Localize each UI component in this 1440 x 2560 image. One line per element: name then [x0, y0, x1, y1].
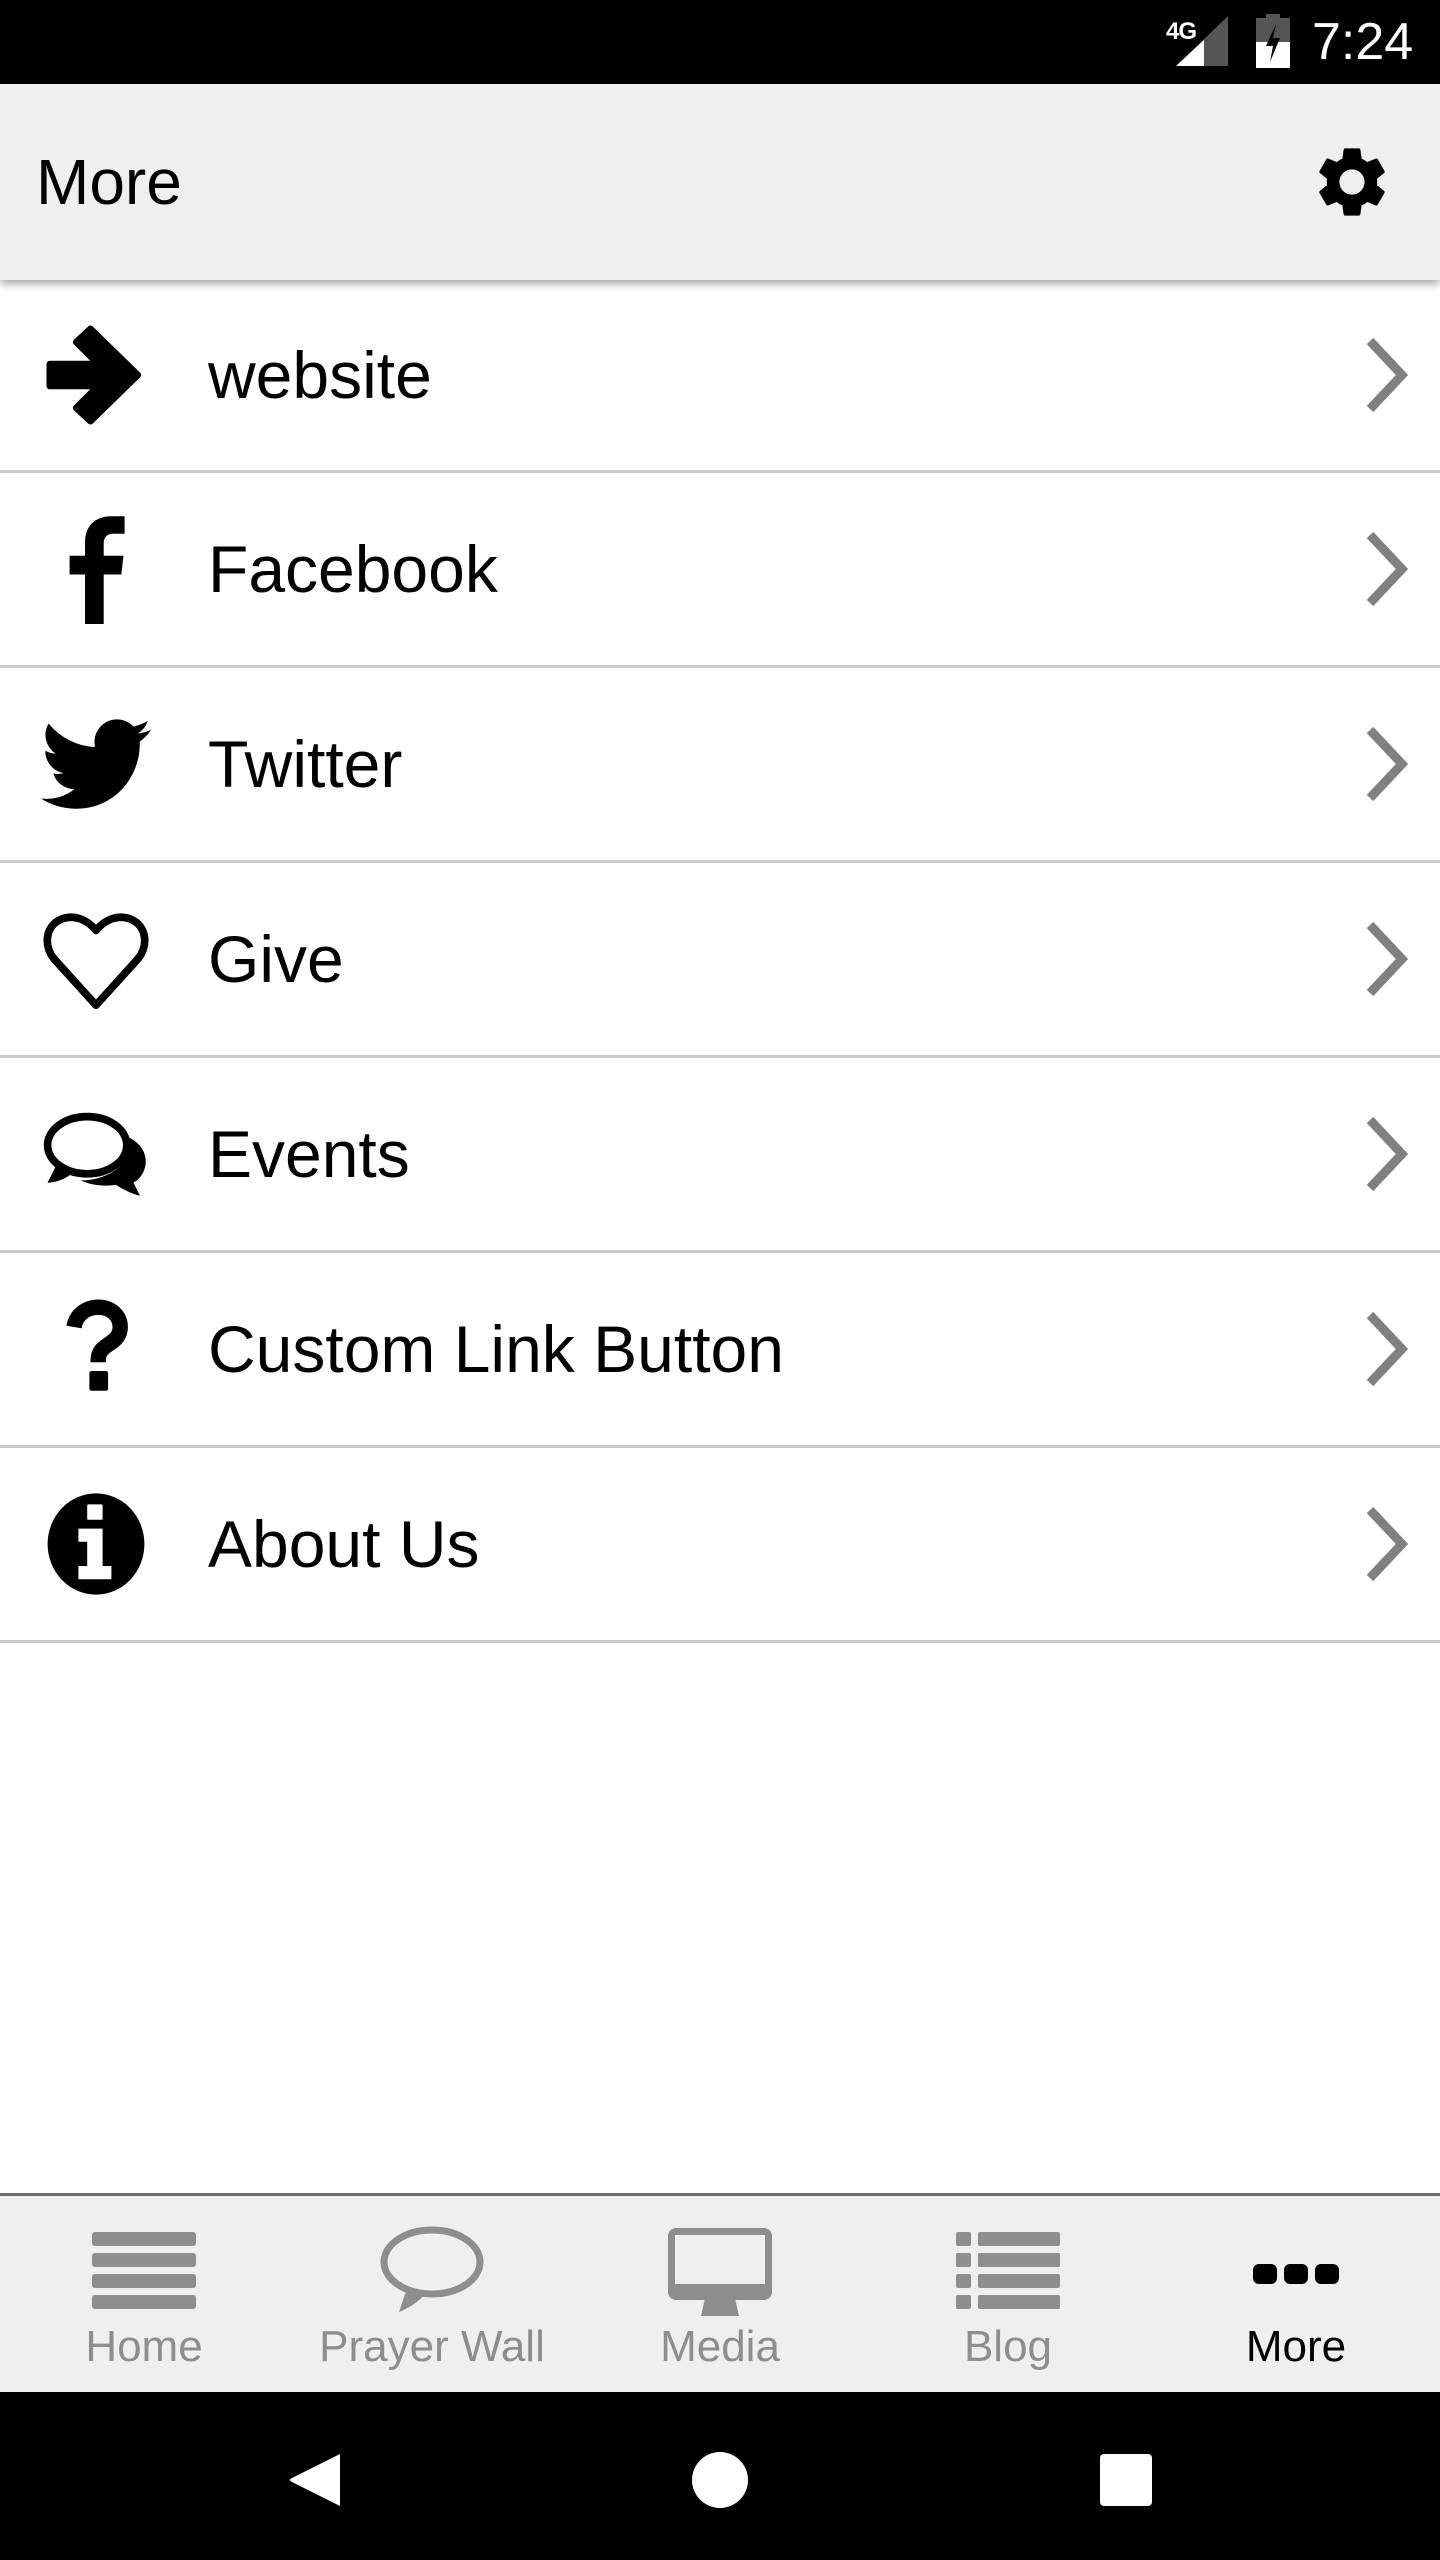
home-lines-icon	[92, 2232, 196, 2309]
home-circle-icon[interactable]	[690, 2450, 750, 2510]
question-mark-icon	[36, 1289, 156, 1409]
menu-item-label: Twitter	[208, 727, 403, 801]
menu-item-about-us[interactable]: About Us	[0, 1448, 1440, 1643]
monitor-icon	[668, 2228, 772, 2316]
menu-item-label: Give	[208, 922, 344, 996]
tab-label: More	[1245, 2322, 1347, 2371]
gear-icon[interactable]	[1310, 140, 1394, 224]
chevron-right-icon	[1366, 531, 1409, 607]
battery-charging-icon	[1256, 14, 1290, 68]
tab-blog[interactable]: Blog	[864, 2196, 1152, 2392]
menu-item-label: website	[208, 338, 432, 412]
tab-home[interactable]: Home	[0, 2196, 288, 2392]
tab-prayer-wall[interactable]: Prayer Wall	[288, 2196, 576, 2392]
speech-bubble-icon	[380, 2226, 484, 2312]
recents-square-icon[interactable]	[1096, 2450, 1156, 2510]
signal-icon	[1176, 16, 1228, 66]
tab-label: Home	[85, 2322, 203, 2371]
tab-more[interactable]: More	[1152, 2196, 1440, 2392]
menu-item-label: Events	[208, 1117, 410, 1191]
menu-item-website[interactable]: website	[0, 280, 1440, 473]
menu-item-custom-link-button[interactable]: Custom Link Button	[0, 1253, 1440, 1448]
menu-item-give[interactable]: Give	[0, 863, 1440, 1058]
back-icon[interactable]	[284, 2450, 344, 2510]
list-icon	[956, 2232, 1060, 2309]
menu-item-facebook[interactable]: Facebook	[0, 473, 1440, 668]
chevron-right-icon	[1366, 921, 1409, 997]
menu-item-twitter[interactable]: Twitter	[0, 668, 1440, 863]
chevron-right-icon	[1366, 1506, 1409, 1582]
chevron-right-icon	[1366, 1116, 1409, 1192]
tab-label: Media	[660, 2322, 780, 2371]
bottom-tab-bar: Home Prayer Wall Media Blog More	[0, 2193, 1440, 2392]
info-icon	[36, 1484, 156, 1604]
menu-item-label: Facebook	[208, 532, 498, 606]
more-dots-icon	[1253, 2264, 1339, 2284]
tab-label: Prayer Wall	[319, 2322, 545, 2371]
chevron-right-icon	[1366, 337, 1409, 413]
system-navigation-bar	[0, 2392, 1440, 2560]
page-title: More	[36, 146, 182, 218]
tab-media[interactable]: Media	[576, 2196, 864, 2392]
status-bar: 4G 7:24	[0, 0, 1440, 84]
clock: 7:24	[1312, 13, 1414, 71]
facebook-icon	[36, 509, 156, 629]
tab-label: Blog	[963, 2322, 1053, 2371]
more-menu-list: website Facebook Twitter Give Events Cus…	[0, 280, 1440, 1643]
app-toolbar: More	[0, 84, 1440, 280]
twitter-icon	[36, 704, 156, 824]
heart-icon	[36, 899, 156, 1019]
arrow-right-icon	[36, 315, 156, 435]
menu-item-label: Custom Link Button	[208, 1312, 784, 1386]
menu-item-events[interactable]: Events	[0, 1058, 1440, 1253]
chat-bubbles-icon	[36, 1094, 156, 1214]
chevron-right-icon	[1366, 1311, 1409, 1387]
chevron-right-icon	[1366, 726, 1409, 802]
menu-item-label: About Us	[208, 1507, 480, 1581]
